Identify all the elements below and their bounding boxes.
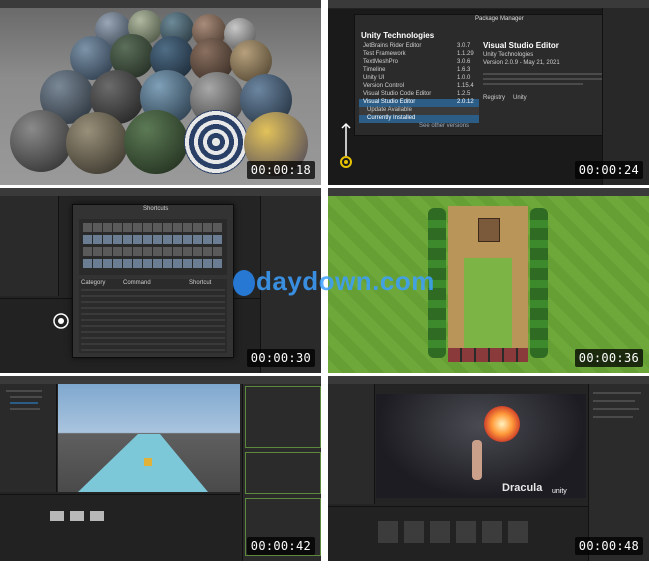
- update-available-row[interactable]: Update Available: [359, 107, 479, 115]
- unit-bar: [448, 348, 528, 362]
- thumbnail-package-manager[interactable]: Package Manager Unity Technologies JetBr…: [328, 0, 649, 185]
- character: [472, 440, 482, 480]
- column-header: Command: [123, 280, 151, 286]
- shortcuts-window: Shortcuts Category Command Shortcut: [72, 204, 234, 358]
- material-sphere: [184, 110, 248, 174]
- fireball: [484, 406, 520, 442]
- package-manager-window: Package Manager Unity Technologies JetBr…: [354, 14, 626, 136]
- watermark: daydown.com: [256, 266, 435, 296]
- track-road: [78, 434, 208, 492]
- inspector-panel: [588, 384, 649, 561]
- material-sphere: [10, 110, 72, 172]
- package-row[interactable]: JetBrains Rider Editor 3.0.7: [359, 43, 479, 51]
- timestamp: 00:00:30: [246, 349, 315, 367]
- tree-cluster: [530, 208, 548, 358]
- package-row[interactable]: TextMeshPro 3.0.6: [359, 59, 479, 67]
- package-row[interactable]: Timeline 1.6.3: [359, 67, 479, 75]
- project-panel: [0, 494, 240, 561]
- registry-value: Unity: [513, 95, 527, 101]
- details-version: Version 2.0.9 - May 21, 2021: [483, 60, 560, 66]
- hierarchy-panel: [0, 196, 59, 296]
- hierarchy-panel: [0, 384, 57, 492]
- scroll-indicator-icon: [340, 122, 352, 168]
- scene-title: Dracula: [502, 482, 543, 494]
- package-row[interactable]: Visual Studio Code Editor 1.2.5: [359, 91, 479, 99]
- project-panel: [328, 506, 588, 561]
- window-title: Shortcuts: [143, 206, 169, 212]
- keyboard-layout: [79, 219, 227, 275]
- package-row[interactable]: Unity UI 1.0.0: [359, 75, 479, 83]
- package-row[interactable]: Version Control 1.15.4: [359, 83, 479, 91]
- timestamp: 00:00:42: [246, 537, 315, 555]
- details-description: [483, 73, 613, 75]
- section-header: Unity Technologies: [361, 31, 435, 40]
- details-publisher: Unity Technologies: [483, 52, 534, 58]
- timestamp: 00:00:18: [246, 161, 315, 179]
- thumbnail-material-spheres[interactable]: 00:00:18: [0, 0, 321, 185]
- player-cube: [144, 458, 152, 466]
- timestamp: 00:00:36: [574, 349, 643, 367]
- package-details: Visual Studio Editor Unity Technologies …: [483, 41, 621, 129]
- details-title: Visual Studio Editor: [483, 41, 559, 50]
- inspector-panel: [602, 8, 649, 185]
- thumbnail-grid: 00:00:18 Package Manager Unity Technolog…: [0, 0, 649, 563]
- folder-icon: [50, 511, 64, 521]
- cursor-ring-icon: [53, 313, 69, 329]
- column-header: Shortcut: [189, 280, 212, 286]
- see-other-versions-link[interactable]: See other versions: [359, 123, 479, 131]
- timestamp: 00:00:48: [574, 537, 643, 555]
- details-description: [483, 78, 603, 80]
- unity-logo: unity: [552, 488, 567, 495]
- folder-icon: [90, 511, 104, 521]
- scene-view: [58, 384, 240, 492]
- currently-installed-row[interactable]: Currently Installed: [359, 115, 479, 123]
- thumbnail-fire-spell-character[interactable]: Dracula unity 00:00:48: [328, 376, 649, 561]
- thumbnail-runner-track[interactable]: 00:00:42: [0, 376, 321, 561]
- editor-toolbar: [328, 0, 649, 9]
- inspector-panel: [242, 384, 321, 561]
- tower: [478, 218, 500, 242]
- timestamp: 00:00:24: [574, 161, 643, 179]
- material-sphere: [124, 110, 188, 174]
- column-header: Category: [81, 280, 106, 286]
- hierarchy-panel: [328, 384, 375, 504]
- folder-icon: [70, 511, 84, 521]
- game-view: Dracula unity: [376, 394, 586, 498]
- package-row-selected[interactable]: Visual Studio Editor 2.0.12: [359, 99, 479, 107]
- package-list: JetBrains Rider Editor 3.0.7 Test Framewo…: [359, 43, 479, 131]
- registry-label: Registry: [483, 95, 506, 101]
- footer-strip: [0, 563, 649, 569]
- package-row[interactable]: Test Framework 1.1.29: [359, 51, 479, 59]
- material-sphere: [66, 112, 128, 174]
- shortcuts-table: Category Command Shortcut: [79, 279, 227, 353]
- details-description: [483, 83, 583, 85]
- window-title: Package Manager: [475, 16, 524, 22]
- grass-strip: [464, 258, 512, 348]
